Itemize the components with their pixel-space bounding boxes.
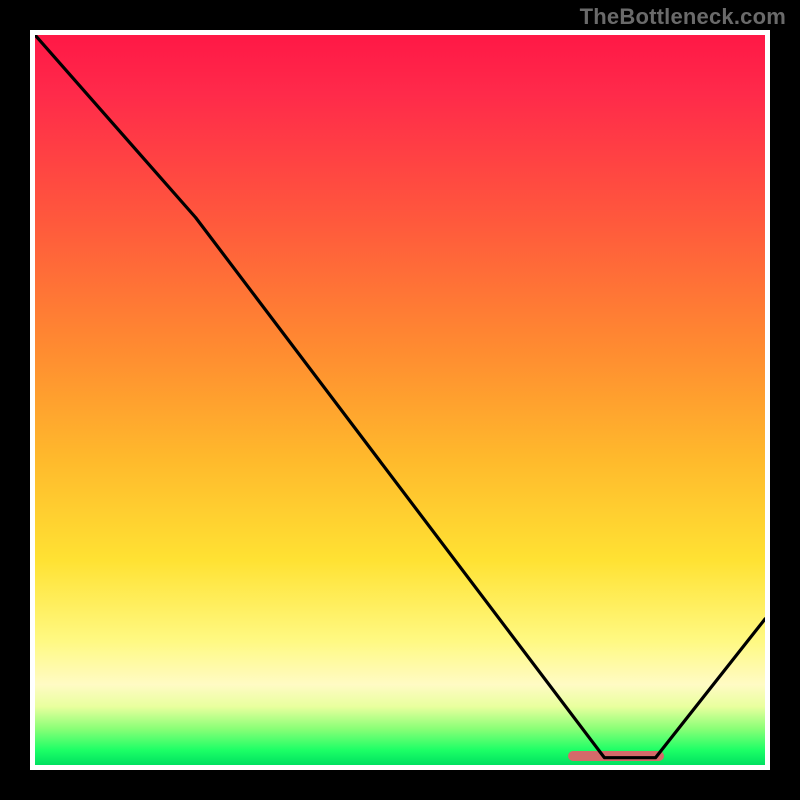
watermark-text: TheBottleneck.com (580, 4, 786, 30)
chart-root: TheBottleneck.com (0, 0, 800, 800)
plot-area (30, 30, 770, 770)
bottleneck-curve (35, 35, 765, 765)
